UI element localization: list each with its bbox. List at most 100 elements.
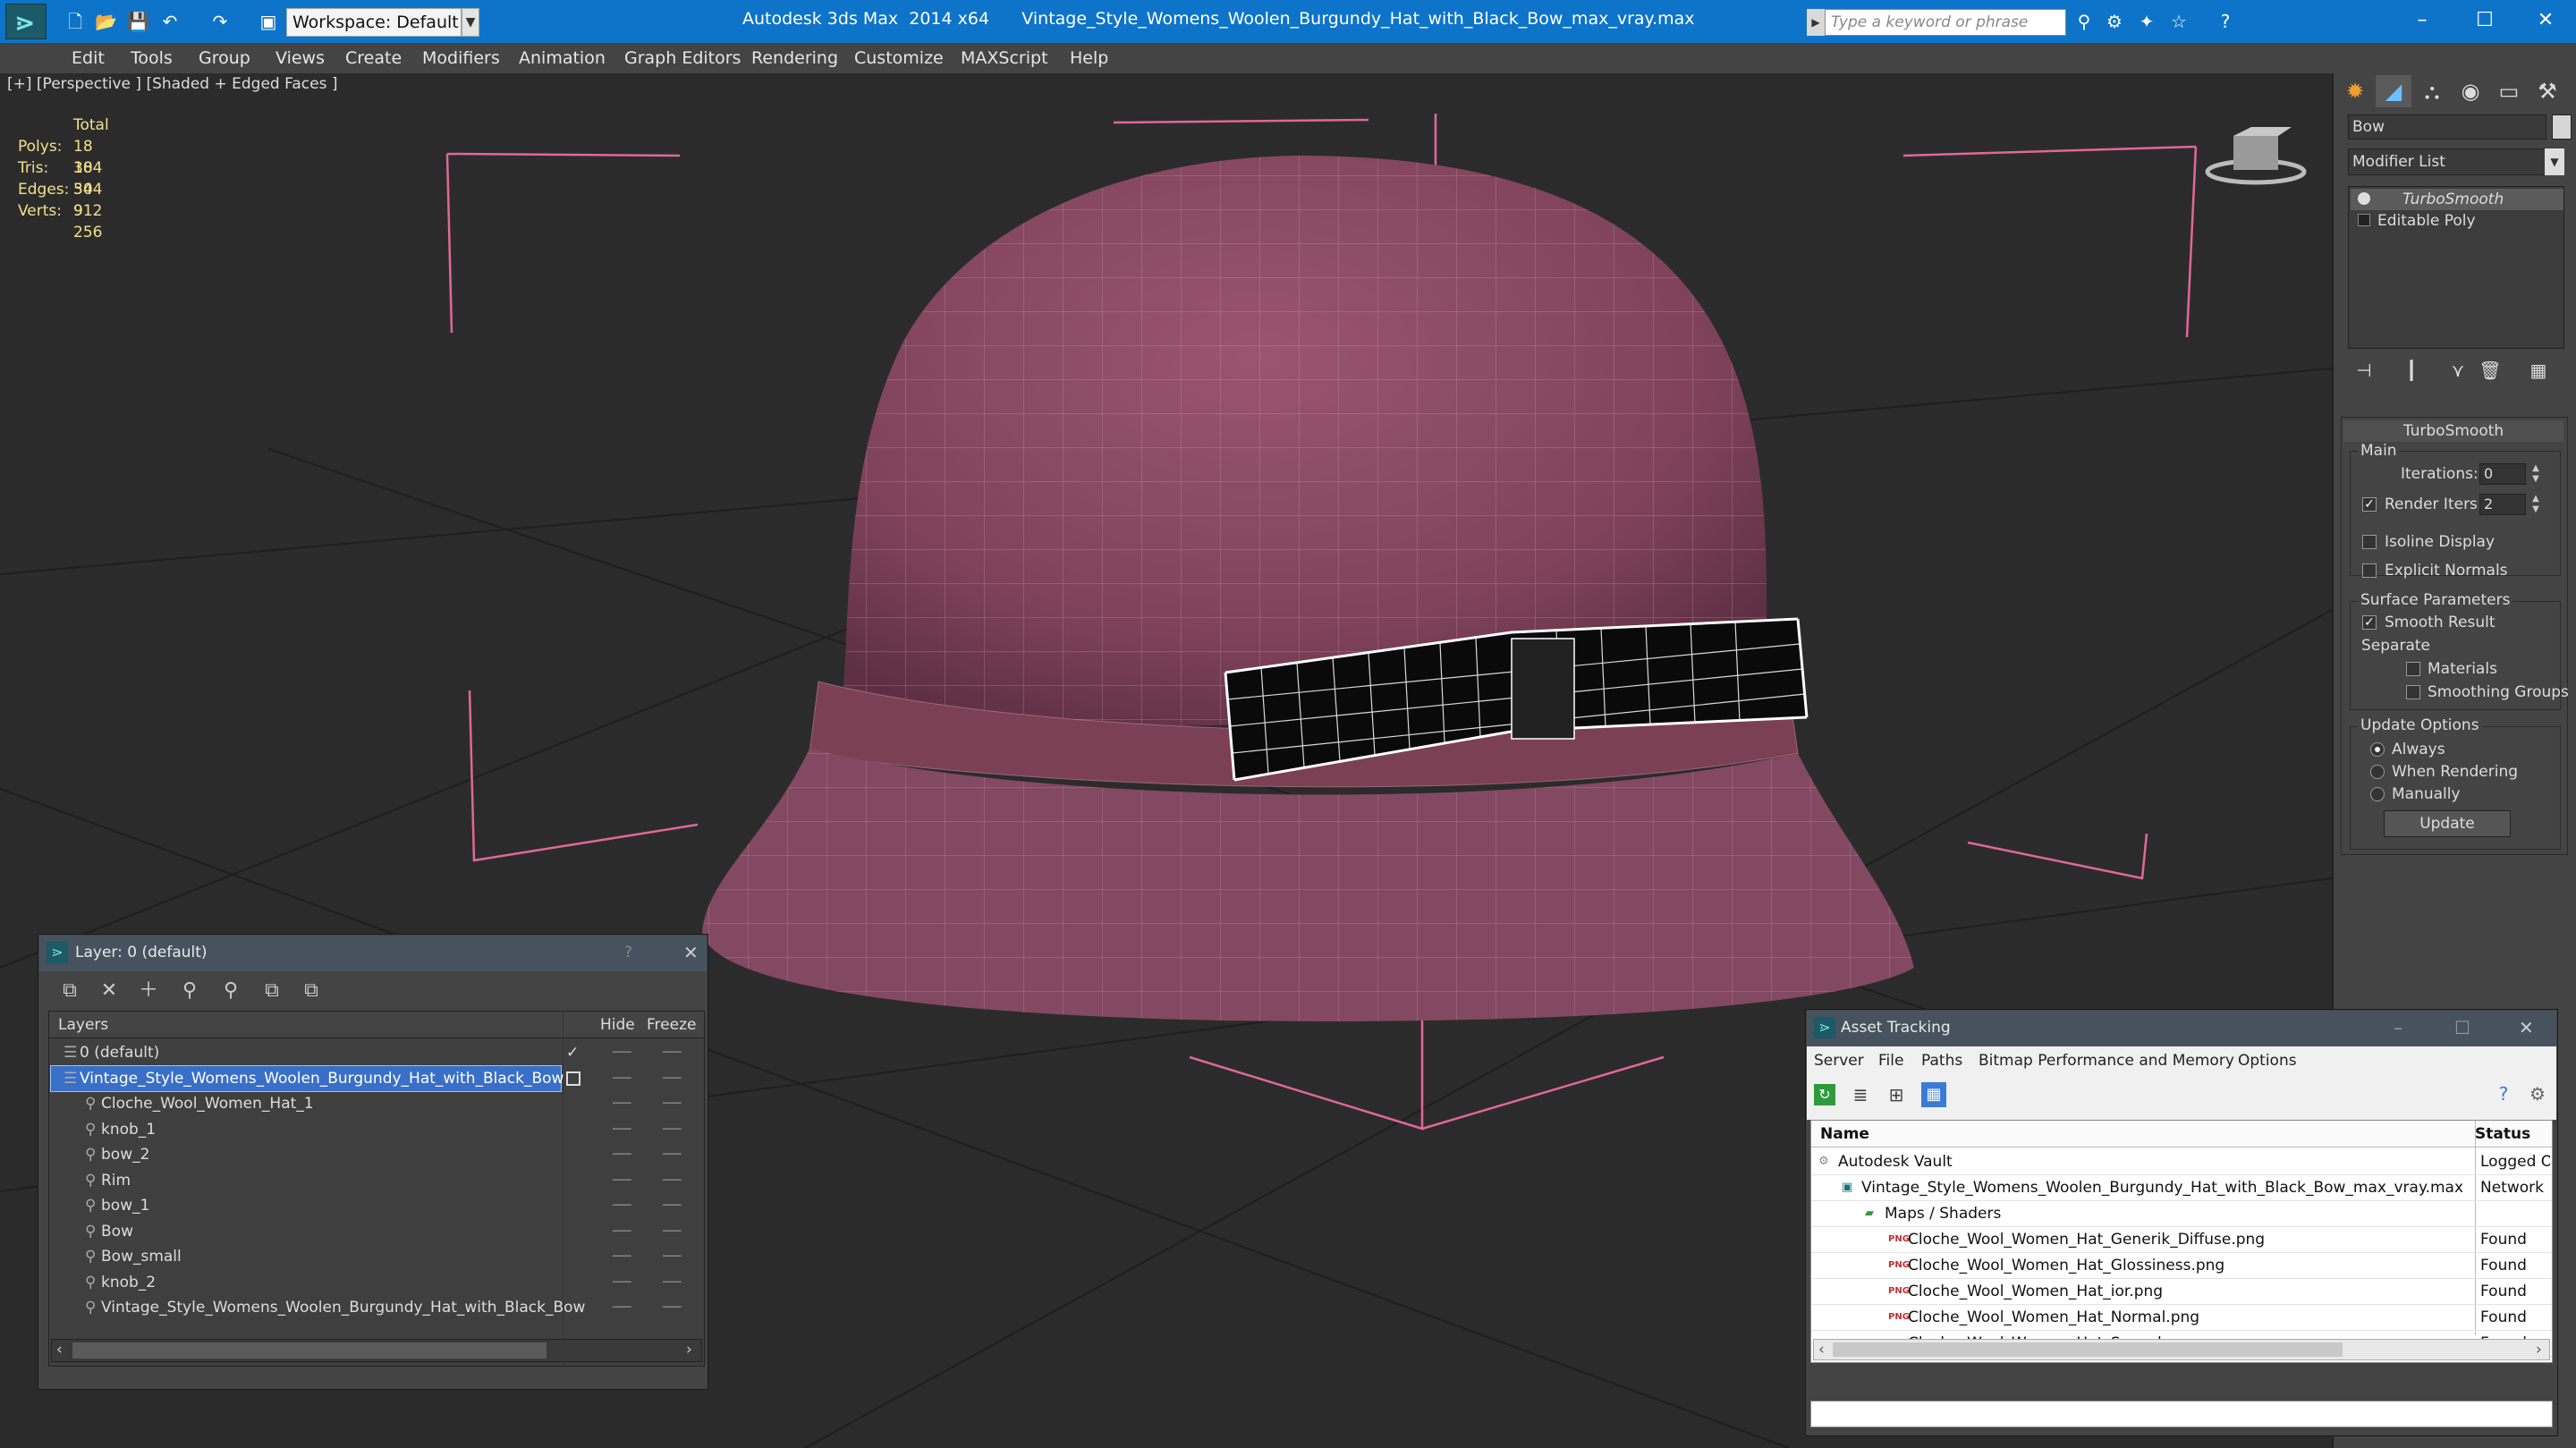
- render-iters-spinner-arrows[interactable]: ▲ ▼: [2529, 494, 2542, 515]
- project-folder-icon[interactable]: ▣: [258, 11, 279, 32]
- communication-icon[interactable]: ✦: [2136, 11, 2157, 32]
- current-layer-check-icon[interactable]: ✓: [566, 1040, 579, 1065]
- search-input[interactable]: Type a keyword or phrase: [1825, 9, 2066, 36]
- help-icon[interactable]: ?: [2215, 11, 2236, 32]
- layer-hide-toggle[interactable]: ──: [613, 1066, 631, 1091]
- column-status[interactable]: Status: [2475, 1122, 2530, 1147]
- asset-name[interactable]: Cloche_Wool_Women_Hat_Normal.png: [1908, 1305, 2199, 1330]
- layer-freeze-toggle[interactable]: ──: [663, 1270, 681, 1295]
- menu-rendering[interactable]: Rendering: [751, 43, 838, 73]
- select-objects-icon[interactable]: ⚲: [175, 978, 204, 1003]
- freeze-all-icon[interactable]: ⧉: [297, 978, 326, 1003]
- smooth-result-checkbox[interactable]: ✓: [2362, 615, 2377, 630]
- layer-row[interactable]: ☰ 0 (default): [51, 1040, 561, 1065]
- favorites-icon[interactable]: ☆: [2168, 11, 2190, 32]
- workspace-dropdown-icon[interactable]: ▼: [462, 8, 479, 37]
- update-button[interactable]: Update: [2384, 810, 2511, 837]
- modify-tab-icon[interactable]: ◢: [2376, 75, 2411, 107]
- layer-freeze-toggle[interactable]: ──: [663, 1219, 681, 1244]
- always-radio[interactable]: [2370, 742, 2385, 757]
- save-file-icon[interactable]: 💾: [127, 11, 149, 32]
- viewcube-icon[interactable]: [2202, 118, 2309, 190]
- tree-view-icon[interactable]: ⊞: [1885, 1084, 1907, 1105]
- render-iters-checkbox[interactable]: ✓: [2362, 497, 2377, 512]
- expand-icon[interactable]: [2358, 214, 2370, 226]
- display-tab-icon[interactable]: ▭: [2491, 75, 2527, 107]
- iterations-spinner[interactable]: 0: [2479, 463, 2526, 485]
- viewport-label[interactable]: [+] [Perspective ] [Shaded + Edged Faces…: [7, 75, 337, 93]
- menu-help[interactable]: Help: [1070, 43, 1108, 73]
- layer-freeze-toggle[interactable]: ──: [663, 1091, 681, 1116]
- scroll-left-icon[interactable]: ‹: [1818, 1341, 1825, 1359]
- show-end-result-icon[interactable]: ┃: [2395, 356, 2428, 385]
- manually-radio[interactable]: [2370, 787, 2385, 801]
- refresh-icon[interactable]: ↻: [1814, 1084, 1835, 1105]
- lightbulb-icon[interactable]: [2358, 192, 2370, 205]
- layer-row[interactable]: ⚲ knob_2: [51, 1270, 561, 1295]
- layer-hide-toggle[interactable]: ──: [613, 1040, 631, 1065]
- minimize-icon[interactable]: –: [2404, 7, 2440, 34]
- app-menu-button[interactable]: ⋗: [5, 4, 47, 39]
- layer-row[interactable]: ⚲ bow_2: [51, 1142, 561, 1167]
- asset-scrollbar-thumb[interactable]: [1833, 1342, 2343, 1357]
- asset-status-field[interactable]: [1810, 1401, 2553, 1427]
- modifier-list-select[interactable]: Modifier List: [2348, 148, 2564, 175]
- create-layer-icon[interactable]: ⧉: [55, 978, 84, 1003]
- asset-close-icon[interactable]: ✕: [2519, 1017, 2534, 1038]
- new-file-icon[interactable]: 🗋: [64, 11, 86, 32]
- menu-modifiers[interactable]: Modifiers: [422, 43, 500, 73]
- configure-sets-icon[interactable]: ▦: [2522, 356, 2555, 385]
- layer-freeze-toggle[interactable]: ──: [663, 1066, 681, 1091]
- explicit-normals-checkbox[interactable]: [2362, 563, 2377, 578]
- layer-freeze-toggle[interactable]: ──: [663, 1193, 681, 1218]
- layer-hide-toggle[interactable]: ──: [613, 1219, 631, 1244]
- undo-icon[interactable]: ↶: [159, 11, 181, 32]
- asset-menu-server[interactable]: Server: [1814, 1052, 1864, 1070]
- menu-customize[interactable]: Customize: [854, 43, 944, 73]
- layer-hide-toggle[interactable]: ──: [613, 1295, 631, 1320]
- maximize-icon[interactable]: ☐: [2467, 7, 2503, 34]
- rollout-title[interactable]: TurboSmooth: [2343, 420, 2563, 442]
- layer-row[interactable]: ⚲ Bow: [51, 1219, 561, 1244]
- layer-hide-toggle[interactable]: ──: [613, 1270, 631, 1295]
- pin-stack-icon[interactable]: ⊣: [2348, 356, 2380, 385]
- layer-row[interactable]: ☰ Vintage_Style_Womens_Woolen_Burgundy_Ha…: [50, 1064, 564, 1092]
- object-color-swatch[interactable]: [2552, 114, 2572, 140]
- layer-row[interactable]: ⚲ Rim: [51, 1168, 561, 1193]
- layer-hide-toggle[interactable]: ──: [613, 1193, 631, 1218]
- hierarchy-tab-icon[interactable]: ⛬: [2414, 75, 2450, 107]
- column-name[interactable]: Name: [1820, 1122, 1869, 1147]
- menu-tools[interactable]: Tools: [131, 43, 173, 73]
- asset-minimize-icon[interactable]: –: [2394, 1017, 2402, 1038]
- remove-modifier-icon[interactable]: 🗑: [2474, 356, 2506, 385]
- layer-freeze-toggle[interactable]: ──: [663, 1040, 681, 1065]
- layer-freeze-toggle[interactable]: ──: [663, 1168, 681, 1193]
- workspace-select[interactable]: Workspace: Default: [286, 8, 462, 37]
- modifier-list-dropdown-icon[interactable]: ▼: [2545, 148, 2564, 175]
- asset-settings-icon[interactable]: ⚙: [2526, 1082, 2549, 1105]
- layer-scrollbar-thumb[interactable]: [72, 1342, 547, 1359]
- add-to-layer-icon[interactable]: ＋: [134, 978, 163, 1003]
- layer-freeze-toggle[interactable]: ──: [663, 1142, 681, 1167]
- asset-menu-bitmap-performance[interactable]: Bitmap Performance and Memory: [1979, 1052, 2234, 1070]
- asset-name[interactable]: Autodesk Vault: [1838, 1149, 1953, 1174]
- layer-row[interactable]: ⚲ Cloche_Wool_Women_Hat_1: [51, 1091, 561, 1116]
- close-icon[interactable]: ✕: [2528, 7, 2563, 34]
- asset-name[interactable]: Maps / Shaders: [1885, 1201, 2001, 1226]
- menu-graph-editors[interactable]: Graph Editors: [624, 43, 741, 73]
- menu-animation[interactable]: Animation: [519, 43, 606, 73]
- asset-name[interactable]: Cloche_Wool_Women_Hat_ior.png: [1908, 1279, 2163, 1304]
- asset-name[interactable]: Vintage_Style_Womens_Woolen_Burgundy_Hat…: [1861, 1175, 2463, 1200]
- hide-all-icon[interactable]: ⧉: [258, 978, 286, 1003]
- column-layers[interactable]: Layers: [58, 1012, 108, 1037]
- asset-name[interactable]: Cloche_Wool_Women_Hat_Generik_Diffuse.pn…: [1908, 1227, 2265, 1252]
- binoculars-icon[interactable]: ⚲: [2073, 11, 2095, 32]
- help-icon[interactable]: ?: [2492, 1082, 2515, 1105]
- isoline-display-checkbox[interactable]: [2362, 535, 2377, 549]
- asset-menu-file[interactable]: File: [1878, 1052, 1903, 1070]
- column-hide[interactable]: Hide: [600, 1012, 635, 1037]
- layer-dialog-help-icon[interactable]: ?: [624, 944, 632, 961]
- layer-hide-toggle[interactable]: ──: [613, 1244, 631, 1269]
- layer-row[interactable]: ⚲ bow_1: [51, 1193, 561, 1218]
- menu-views[interactable]: Views: [275, 43, 325, 73]
